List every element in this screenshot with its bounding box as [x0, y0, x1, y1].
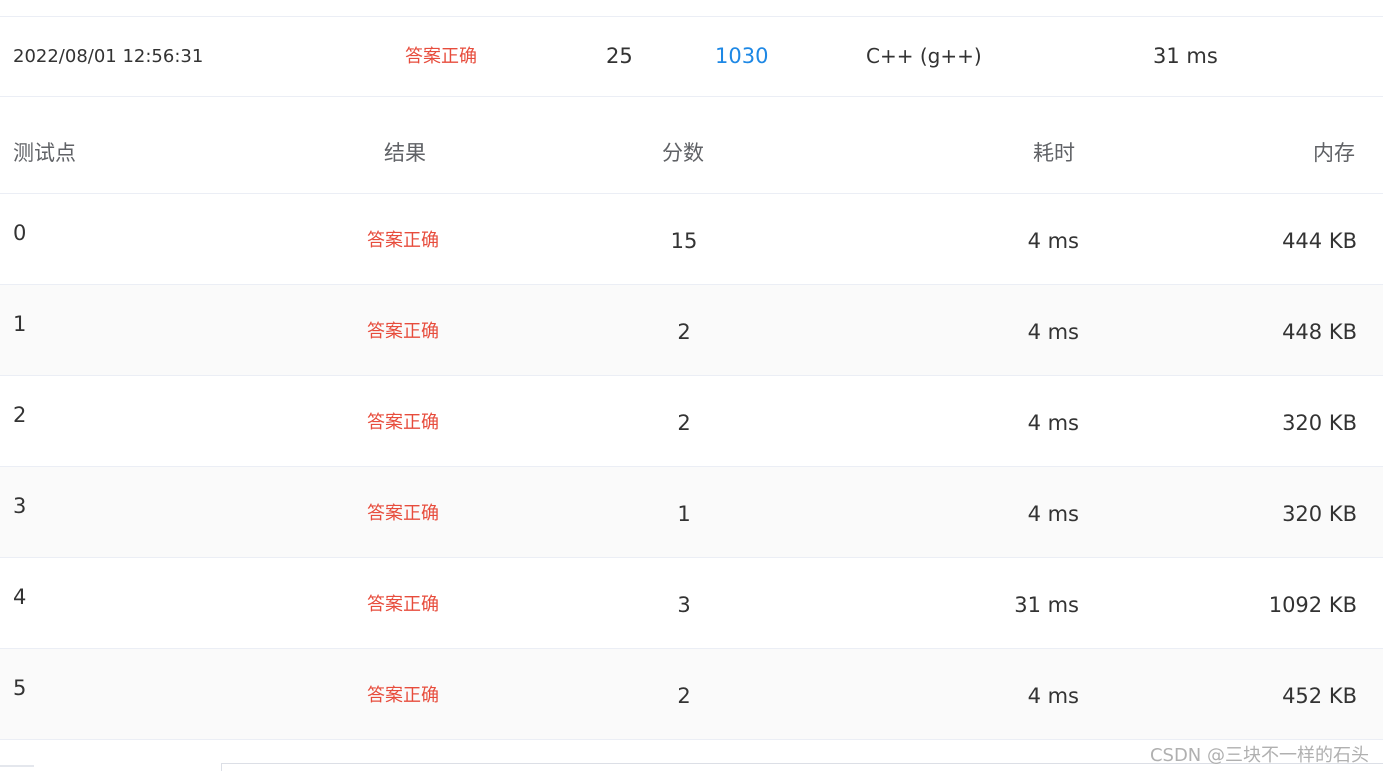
testcase-table-header: 测试点 结果 分数 耗时 内存: [0, 114, 1383, 194]
table-row: 5 答案正确 2 4 ms 452 KB: [0, 649, 1383, 740]
submission-detail-page: 2022/08/01 12:56:31 答案正确 25 1030 C++ (g+…: [0, 0, 1383, 771]
case-memory: 444 KB: [1282, 229, 1357, 253]
header-case: 测试点: [13, 141, 76, 165]
case-memory: 452 KB: [1282, 684, 1357, 708]
case-time: 4 ms: [1027, 684, 1079, 708]
case-time: 4 ms: [1027, 320, 1079, 344]
table-row: 2 答案正确 2 4 ms 320 KB: [0, 376, 1383, 467]
header-result: 结果: [384, 141, 426, 165]
case-memory: 448 KB: [1282, 320, 1357, 344]
case-score: 2: [677, 684, 691, 708]
case-score: 2: [677, 411, 691, 435]
case-time: 4 ms: [1027, 502, 1079, 526]
table-row: 4 答案正确 3 31 ms 1092 KB: [0, 558, 1383, 649]
case-memory: 320 KB: [1282, 502, 1357, 526]
submission-compiler: C++ (g++): [866, 44, 982, 68]
submission-score: 25: [606, 44, 633, 68]
header-time: 耗时: [1033, 141, 1075, 165]
case-time: 4 ms: [1027, 229, 1079, 253]
case-time: 31 ms: [1014, 593, 1079, 617]
submission-time-used: 31 ms: [1153, 44, 1218, 68]
submission-row: 2022/08/01 12:56:31 答案正确 25 1030 C++ (g+…: [0, 17, 1383, 97]
case-score: 15: [670, 229, 698, 253]
header-memory: 内存: [1313, 141, 1355, 165]
case-memory: 320 KB: [1282, 411, 1357, 435]
case-score: 1: [677, 502, 691, 526]
case-score: 2: [677, 320, 691, 344]
submission-status: 答案正确: [405, 46, 477, 67]
submission-time: 2022/08/01 12:56:31: [13, 46, 204, 67]
table-row: 1 答案正确 2 4 ms 448 KB: [0, 285, 1383, 376]
watermark: CSDN @三块不一样的石头: [1149, 745, 1369, 766]
table-row: 3 答案正确 1 4 ms 320 KB: [0, 467, 1383, 558]
problem-link[interactable]: 1030: [715, 17, 768, 96]
case-time: 4 ms: [1027, 411, 1079, 435]
case-memory: 1092 KB: [1268, 593, 1357, 617]
header-score: 分数: [662, 141, 704, 165]
divider: [0, 765, 34, 767]
case-score: 3: [677, 593, 691, 617]
table-row: 0 答案正确 15 4 ms 444 KB: [0, 194, 1383, 285]
